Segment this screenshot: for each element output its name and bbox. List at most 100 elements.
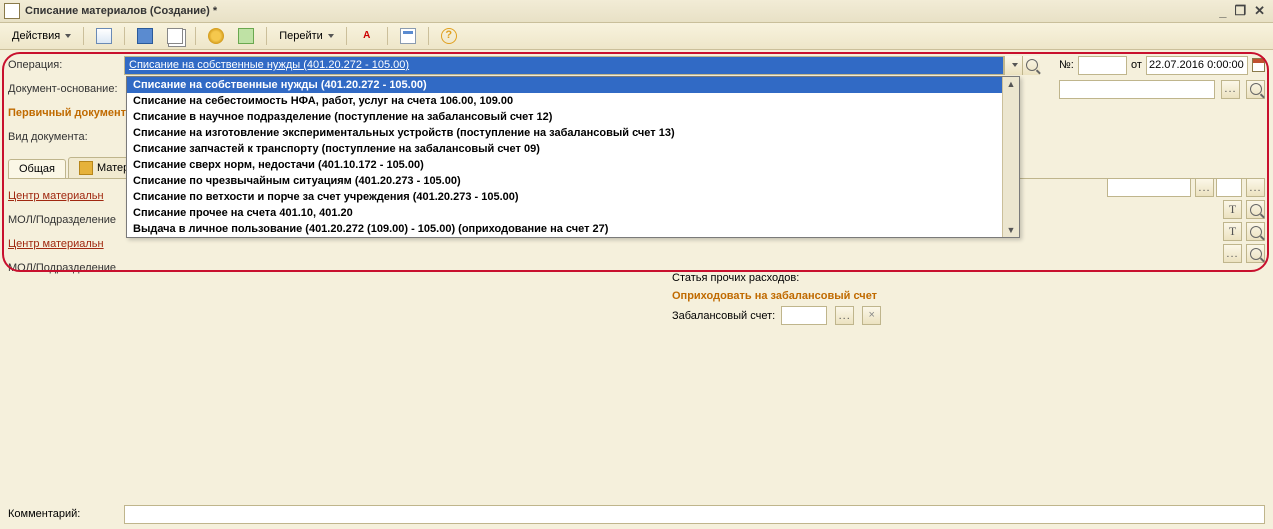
dropdown-item[interactable]: Списание запчастей к транспорту (поступл… xyxy=(127,141,1019,157)
from-label: от xyxy=(1131,59,1142,71)
comment-field[interactable] xyxy=(124,505,1265,524)
report-icon xyxy=(400,28,416,44)
minimize-button[interactable]: _ xyxy=(1215,4,1230,19)
ellipsis-icon: ... xyxy=(1226,248,1238,260)
mid-right-block: Статья прочих расходов: Оприходовать на … xyxy=(672,268,881,325)
dropdown-item[interactable]: Списание сверх норм, недостачи (401.10.1… xyxy=(127,157,1019,173)
actions-menu[interactable]: Действия xyxy=(6,27,77,45)
search-icon xyxy=(1250,83,1262,95)
aux-open-3[interactable]: ... xyxy=(1223,244,1242,263)
aux-lookup-1[interactable] xyxy=(1246,200,1265,219)
go-label: Перейти xyxy=(279,30,323,42)
obal-account-field[interactable] xyxy=(781,306,827,325)
title-bar: Списание материалов (Создание) * _ ❐ ✕ xyxy=(0,0,1273,23)
doc-type-label: Вид документа: xyxy=(8,131,124,143)
tab-general-label: Общая xyxy=(19,163,55,175)
chevron-down-icon xyxy=(328,34,334,38)
go-menu[interactable]: Перейти xyxy=(273,27,340,45)
gear-icon xyxy=(208,28,224,44)
mol-label-2: МОЛ/Подразделение xyxy=(8,262,116,274)
toolbar-separator xyxy=(83,27,84,45)
save-button[interactable] xyxy=(131,25,159,47)
dropdown-item[interactable]: Списание на себестоимость НФА, работ, ус… xyxy=(127,93,1019,109)
aux-open-1[interactable]: ... xyxy=(1195,178,1214,197)
obal-open-button[interactable]: ... xyxy=(835,306,854,325)
scroll-up-icon[interactable]: ▲ xyxy=(1007,77,1016,91)
dropdown-scrollbar[interactable]: ▲ ▼ xyxy=(1002,77,1019,237)
date-value: 22.07.2016 0:00:00 xyxy=(1149,59,1244,71)
structure-button[interactable] xyxy=(232,25,260,47)
doc-base-open-button[interactable]: ... xyxy=(1221,80,1240,99)
doc-base-lookup-button[interactable] xyxy=(1246,80,1265,99)
operation-select[interactable]: Списание на собственные нужды (401.20.27… xyxy=(124,56,1004,75)
dropdown-item[interactable]: Выдача в личное пользование (401.20.272 … xyxy=(127,221,1019,237)
aux-lookup-3[interactable] xyxy=(1246,244,1265,263)
primary-doc-label: Первичный документ xyxy=(8,107,126,119)
obal-clear-button[interactable]: × xyxy=(862,306,881,325)
dropdown-item[interactable]: Списание в научное подразделение (поступ… xyxy=(127,109,1019,125)
date-field[interactable]: 22.07.2016 0:00:00 xyxy=(1146,56,1248,75)
scroll-down-icon[interactable]: ▼ xyxy=(1007,223,1016,237)
dropdown-item[interactable]: Списание по чрезвычайным ситуациям (401.… xyxy=(127,173,1019,189)
toolbar-separator xyxy=(124,27,125,45)
chevron-down-icon xyxy=(65,34,71,38)
search-icon xyxy=(1250,248,1262,260)
close-window-button[interactable]: ✕ xyxy=(1250,3,1269,19)
close-icon: × xyxy=(868,310,874,321)
new-button[interactable] xyxy=(90,25,118,47)
number-label: №: xyxy=(1059,59,1074,71)
right-edge-controls: ... ... T T ... xyxy=(1107,178,1265,263)
toolbar-separator xyxy=(387,27,388,45)
number-field[interactable] xyxy=(1078,56,1127,75)
operation-value: Списание на собственные нужды (401.20.27… xyxy=(129,59,409,71)
app-icon xyxy=(4,3,20,19)
disk-icon xyxy=(137,28,153,44)
grid-icon xyxy=(79,161,93,175)
copy-icon xyxy=(167,28,183,44)
post-button[interactable] xyxy=(202,25,230,47)
aux-open-1b[interactable]: ... xyxy=(1246,178,1265,197)
calendar-icon[interactable] xyxy=(1252,58,1265,72)
report-button[interactable] xyxy=(394,25,422,47)
actions-label: Действия xyxy=(12,30,60,42)
operation-lookup-button[interactable] xyxy=(1022,56,1040,75)
aux-field-1b[interactable] xyxy=(1216,178,1242,197)
tab-general[interactable]: Общая xyxy=(8,159,66,178)
help-button[interactable]: ? xyxy=(435,25,463,47)
window-title: Списание материалов (Создание) * xyxy=(25,5,217,17)
comment-label: Комментарий: xyxy=(8,508,124,520)
operation-dropdown-list[interactable]: Списание на собственные нужды (401.20.27… xyxy=(126,76,1020,238)
mol-label: МОЛ/Подразделение xyxy=(8,214,116,226)
search-icon xyxy=(1250,204,1262,216)
dropdown-item[interactable]: Списание на собственные нужды (401.20.27… xyxy=(127,77,1019,93)
ellipsis-icon: ... xyxy=(839,310,851,322)
aux-lookup-2[interactable] xyxy=(1246,222,1265,241)
toolbar-separator xyxy=(428,27,429,45)
dropdown-item[interactable]: Списание на изготовление экспериментальн… xyxy=(127,125,1019,141)
copy-button[interactable] xyxy=(161,25,189,47)
ellipsis-icon: ... xyxy=(1224,83,1236,95)
t-button-1[interactable]: T xyxy=(1223,200,1242,219)
obal-account-label: Забалансовый счет: xyxy=(672,310,775,322)
stat-rash-label: Статья прочих расходов: xyxy=(672,272,799,284)
toolbar-separator xyxy=(195,27,196,45)
operation-dropdown-button[interactable] xyxy=(1004,56,1022,75)
dropdown-item[interactable]: Списание прочее на счета 401.10, 401.20 xyxy=(127,205,1019,221)
restore-button[interactable]: ❐ xyxy=(1230,3,1250,19)
aux-field-1[interactable] xyxy=(1107,178,1191,197)
t-button-2[interactable]: T xyxy=(1223,222,1242,241)
chevron-down-icon xyxy=(1012,63,1018,67)
toolbar-separator xyxy=(266,27,267,45)
form-content: Операция: Списание на собственные нужды … xyxy=(0,50,1273,279)
header-right: №: от 22.07.2016 0:00:00 ... xyxy=(1059,54,1265,102)
doc-base-field[interactable] xyxy=(1059,80,1215,99)
dropdown-item[interactable]: Списание по ветхости и порче за счет учр… xyxy=(127,189,1019,205)
center-mat-label-2: Центр материальн xyxy=(8,238,104,250)
operation-label: Операция: xyxy=(8,59,124,71)
doc-base-label: Документ-основание: xyxy=(8,83,124,95)
akt-button[interactable]: А xyxy=(353,25,381,47)
search-icon xyxy=(1026,59,1038,71)
tree-icon xyxy=(238,28,254,44)
search-icon xyxy=(1250,226,1262,238)
obal-title: Оприходовать на забалансовый счет xyxy=(672,290,881,302)
